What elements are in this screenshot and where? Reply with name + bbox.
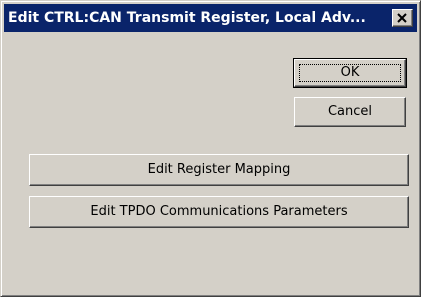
- cancel-button[interactable]: Cancel: [294, 97, 406, 127]
- edit-register-mapping-label: Edit Register Mapping: [147, 162, 291, 177]
- edit-tpdo-parameters-label: Edit TPDO Communications Parameters: [90, 204, 348, 219]
- title-bar[interactable]: Edit CTRL:CAN Transmit Register, Local A…: [4, 4, 417, 32]
- cancel-button-label: Cancel: [327, 104, 373, 119]
- edit-tpdo-parameters-button[interactable]: Edit TPDO Communications Parameters: [29, 196, 409, 228]
- edit-register-mapping-button[interactable]: Edit Register Mapping: [29, 154, 409, 186]
- close-icon: [397, 13, 407, 23]
- window-title: Edit CTRL:CAN Transmit Register, Local A…: [8, 10, 366, 26]
- dialog-window: Edit CTRL:CAN Transmit Register, Local A…: [0, 0, 421, 297]
- close-button[interactable]: [392, 9, 413, 27]
- ok-button-label: OK: [340, 65, 360, 80]
- ok-button[interactable]: OK: [293, 58, 407, 88]
